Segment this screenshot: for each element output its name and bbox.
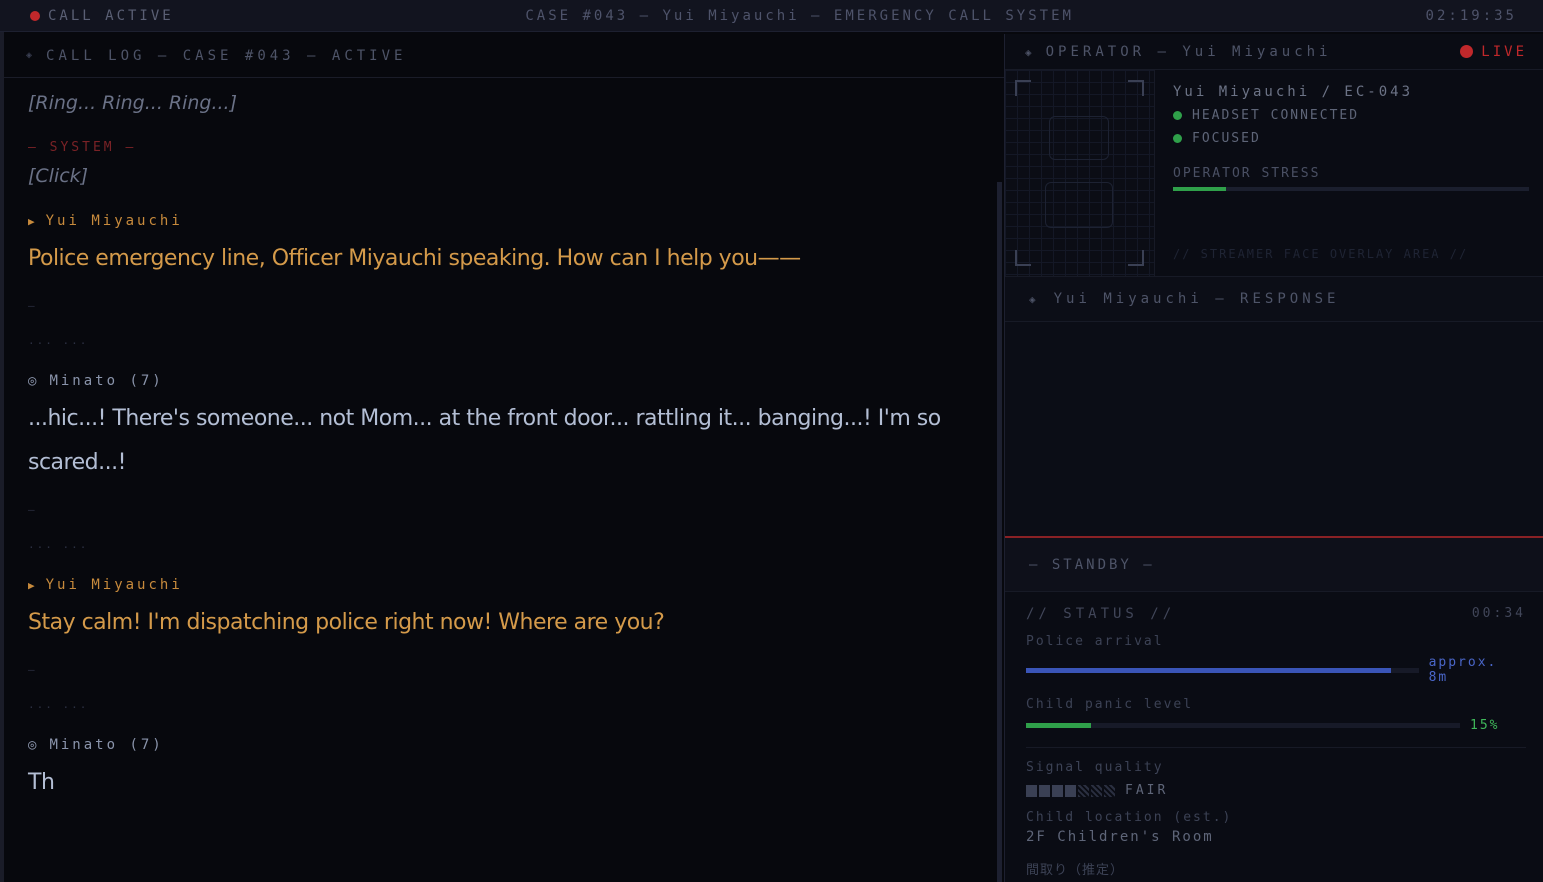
right-panel: ◈ OPERATOR — Yui Miyauchi LIVE Yui Miyauc…: [1004, 34, 1543, 882]
speaker-label-caller: ◎ Minato (7): [28, 373, 980, 389]
signal-bar: [1091, 784, 1102, 797]
dialogue-line: Police emergency line, Officer Miyauchi …: [28, 246, 801, 271]
face-overlay-area: [1005, 70, 1155, 276]
signal-quality-row: FAIR: [1026, 783, 1526, 798]
pause-dots: ... ...: [28, 334, 89, 347]
frame-corner-icon: [1015, 250, 1031, 266]
child-location-value: 2F Children's Room: [1026, 829, 1214, 845]
pause-dots: ... ...: [28, 538, 89, 551]
call-log-pane: ◈ CALL LOG — CASE #043 — ACTIVE [Ring...…: [4, 34, 1004, 882]
panic-level-label: Child panic level: [1026, 697, 1194, 712]
police-arrival-row: approx. 8m: [1026, 655, 1526, 685]
frame-corner-icon: [1015, 80, 1031, 96]
diamond-icon: ◈: [26, 50, 37, 61]
pause-dash: —: [28, 503, 35, 516]
signal-bar: [1052, 784, 1063, 797]
police-arrival-bar-fill: [1026, 667, 1392, 673]
face-head-silhouette-icon: [1049, 116, 1109, 160]
play-triangle-icon: ▶: [28, 579, 38, 592]
call-log-title: CALL LOG — CASE #043 — ACTIVE: [46, 47, 407, 64]
log-scrollbar[interactable]: [997, 182, 1002, 882]
speaker-name: Yui Miyauchi: [45, 213, 183, 229]
stress-bar: [1173, 187, 1529, 191]
child-location-label: Child location (est.): [1026, 810, 1233, 825]
speaker-label-operator: ▶ Yui Miyauchi: [28, 577, 980, 593]
diamond-icon: ◈: [1029, 292, 1040, 306]
call-status: CALL ACTIVE: [30, 8, 174, 24]
window-title: CASE #043 — Yui Miyauchi — EMERGENCY CAL…: [525, 7, 1074, 24]
stress-label: OPERATOR STRESS: [1173, 166, 1321, 181]
record-dot-icon: [30, 10, 40, 21]
live-dot-icon: [1460, 45, 1474, 58]
signal-bar: [1078, 784, 1089, 797]
signal-bar: [1039, 784, 1050, 797]
signal-bar: [1026, 784, 1037, 797]
response-area: [1005, 322, 1543, 536]
signal-quality-value: FAIR: [1125, 783, 1169, 798]
status-focused: FOCUSED: [1173, 131, 1529, 146]
clock: 02:19:35: [1425, 7, 1517, 24]
operator-title-text: OPERATOR — Yui Miyauchi: [1045, 43, 1332, 60]
response-header: ◈ Yui Miyauchi — RESPONSE: [1005, 276, 1543, 322]
response-title: Yui Miyauchi — RESPONSE: [1053, 291, 1340, 307]
pause-dash: —: [28, 663, 35, 676]
bullseye-icon: ◎: [28, 737, 40, 753]
panic-level-row: 15%: [1026, 718, 1526, 733]
operator-title: ◈ OPERATOR — Yui Miyauchi: [1025, 44, 1332, 60]
dialogue-line: ...hic...! There's someone... not Mom...…: [28, 406, 941, 475]
status-text: FOCUSED: [1192, 131, 1261, 146]
panic-level-value: 15%: [1470, 718, 1500, 733]
signal-bar: [1065, 784, 1076, 797]
click-text: [Click]: [28, 165, 89, 187]
play-triangle-icon: ▶: [28, 215, 38, 228]
speaker-name: Minato (7): [49, 373, 164, 389]
panic-level-bar-fill: [1026, 723, 1092, 728]
status-text: HEADSET CONNECTED: [1192, 108, 1360, 123]
police-arrival-bar: [1026, 667, 1419, 673]
signal-bars-icon: [1026, 784, 1115, 797]
top-bar: CALL ACTIVE CASE #043 — Yui Miyauchi — E…: [0, 0, 1543, 32]
diamond-icon: ◈: [1025, 45, 1036, 59]
ring-text: [Ring... Ring... Ring...]: [28, 92, 238, 114]
bullseye-icon: ◎: [28, 373, 40, 389]
green-dot-icon: [1173, 134, 1182, 143]
call-log-body: [Ring... Ring... Ring...] — SYSTEM — [Cl…: [4, 78, 1004, 805]
frame-corner-icon: [1128, 80, 1144, 96]
panic-level-bar: [1026, 723, 1460, 728]
pause-dots: ... ...: [28, 698, 89, 711]
operator-name-id: Yui Miyauchi / EC-043: [1173, 84, 1414, 100]
floorplan-label: 間取り（推定）: [1026, 863, 1125, 878]
status-divider: [1026, 747, 1526, 748]
standby-label: — STANDBY —: [1005, 538, 1543, 592]
call-status-label: CALL ACTIVE: [48, 7, 174, 24]
green-dot-icon: [1173, 111, 1182, 120]
live-indicator: LIVE: [1460, 44, 1527, 60]
status-header: // STATUS // 00:34: [1026, 606, 1526, 622]
stress-bar-fill: [1173, 187, 1227, 191]
speaker-name: Minato (7): [49, 737, 164, 753]
speaker-label-caller: ◎ Minato (7): [28, 737, 980, 753]
speaker-label-operator: ▶ Yui Miyauchi: [28, 213, 980, 229]
dialogue-line: Th: [28, 770, 55, 795]
status-headset: HEADSET CONNECTED: [1173, 108, 1529, 123]
frame-corner-icon: [1128, 250, 1144, 266]
live-label: LIVE: [1481, 43, 1527, 60]
pause-dash: —: [28, 299, 35, 312]
speaker-name: Yui Miyauchi: [45, 577, 183, 593]
operator-info: Yui Miyauchi / EC-043 HEADSET CONNECTED …: [1173, 84, 1529, 261]
overlay-note: // STREAMER FACE OVERLAY AREA //: [1173, 247, 1469, 261]
status-panel: // STATUS // 00:34 Police arrival approx…: [1005, 592, 1543, 882]
signal-bar: [1104, 784, 1115, 797]
police-arrival-label: Police arrival: [1026, 634, 1164, 649]
signal-quality-label: Signal quality: [1026, 760, 1164, 775]
operator-header: ◈ OPERATOR — Yui Miyauchi LIVE: [1005, 34, 1543, 70]
system-label: — SYSTEM —: [28, 140, 137, 155]
dialogue-line: Stay calm! I'm dispatching police right …: [28, 610, 665, 635]
status-title: // STATUS //: [1026, 606, 1176, 622]
status-timer: 00:34: [1471, 606, 1526, 621]
face-body-silhouette-icon: [1045, 182, 1113, 228]
call-log-header: ◈ CALL LOG — CASE #043 — ACTIVE: [4, 34, 1004, 78]
police-arrival-value: approx. 8m: [1428, 655, 1498, 685]
